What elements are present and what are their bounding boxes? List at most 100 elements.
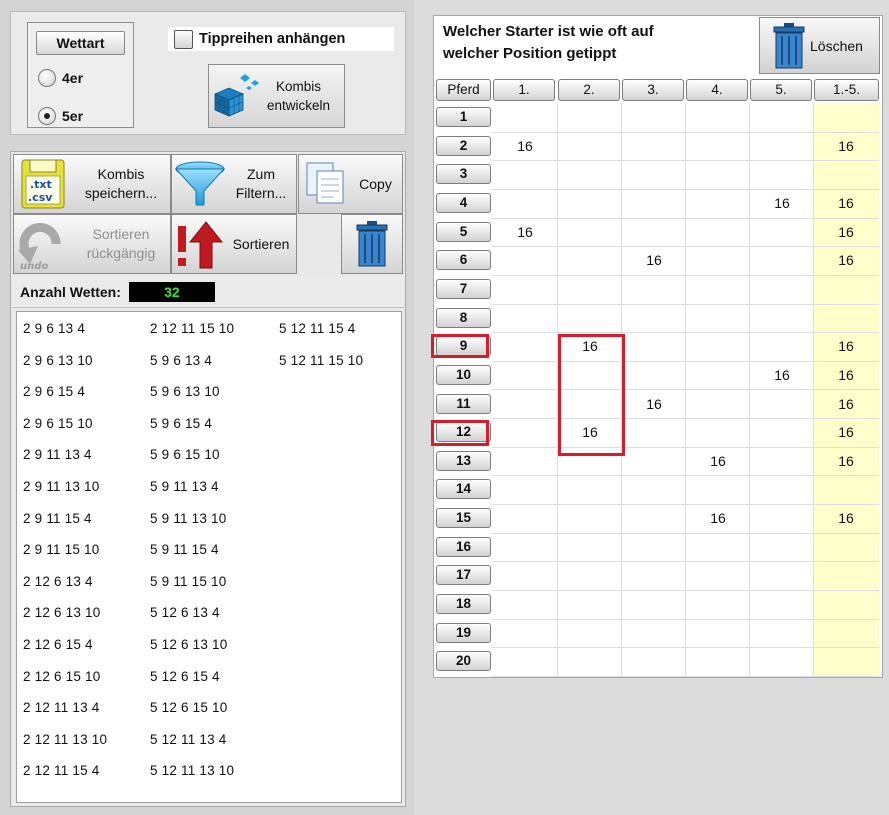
bet-item: 2 9 6 15 4 [23, 384, 86, 400]
pferd-row-button[interactable]: 11 [436, 394, 491, 414]
count-cell: 16 [838, 396, 854, 412]
grid-row-divider [492, 590, 879, 591]
anzahl-wetten-value: 32 [128, 281, 215, 302]
bets-panel: .txt .csv Kombis speichern... Zum Filter… [10, 151, 406, 807]
zum-filtern-line2: Filtern... [235, 185, 287, 201]
kombis-entwickeln-button[interactable]: Kombis entwickeln [208, 64, 345, 128]
grid-row-divider [492, 533, 879, 534]
pferd-row-button[interactable]: 13 [436, 451, 491, 471]
pferd-row-button[interactable]: 2 [436, 136, 491, 156]
pferd-row-button[interactable]: 14 [436, 479, 491, 499]
radio-4er-circle[interactable] [38, 69, 56, 87]
bets-list[interactable]: 2 9 6 13 4 2 9 6 13 10 2 9 6 15 4 2 9 6 15 … [16, 311, 402, 803]
copy-label: Copy [359, 175, 392, 192]
zum-filtern-button[interactable]: Zum Filtern... [171, 154, 297, 214]
loeschen-button[interactable]: Löschen [759, 17, 880, 74]
anzahl-wetten-label: Anzahl Wetten: [20, 283, 121, 300]
grid-row-divider [492, 647, 879, 648]
column-header[interactable]: 2. [558, 79, 620, 101]
bet-item: 5 9 11 13 4 [150, 479, 219, 494]
radio-5er[interactable]: 5er [38, 107, 83, 125]
pferd-row-button[interactable]: 5 [436, 222, 491, 242]
column-header[interactable]: 1.-5. [814, 79, 879, 101]
pferd-row-button[interactable]: 7 [436, 279, 491, 299]
right-column: Welcher Starter ist wie oft auf welcher … [414, 0, 889, 815]
left-column: Wettart 4er 5er Tippreihen anhängen Komb… [0, 0, 414, 815]
grid-title-line1: Welcher Starter ist wie oft auf [443, 23, 654, 40]
count-cell: 16 [838, 138, 854, 154]
grid-row-divider [492, 304, 879, 305]
bet-item: 2 9 11 15 10 [23, 542, 100, 558]
sortieren-rueckgaengig-line2: rückgängig [86, 245, 156, 261]
trash-icon [773, 22, 805, 68]
bet-item: 2 12 6 13 10 [23, 605, 101, 621]
bet-item: 2 9 11 13 10 [23, 479, 100, 494]
pferd-row-button[interactable]: 19 [436, 623, 491, 643]
radio-4er[interactable]: 4er [38, 69, 83, 87]
bet-item: 5 9 11 13 10 [150, 510, 227, 526]
radio-5er-circle[interactable] [38, 107, 56, 125]
radio-5er-label: 5er [62, 108, 84, 124]
sortieren-button[interactable]: Sortieren [171, 214, 297, 274]
bet-item: 2 12 11 13 4 [23, 700, 100, 716]
pferd-row-button[interactable]: 6 [436, 250, 491, 270]
pferd-row-button[interactable]: 9 [436, 336, 491, 356]
sort-arrow-icon [178, 221, 224, 269]
copy-button[interactable]: Copy [298, 154, 403, 214]
sortieren-rueckgaengig-label: Sortieren rückgängig [72, 225, 170, 263]
bet-item: 2 9 6 15 10 [23, 415, 93, 431]
grid-row-divider [492, 475, 879, 476]
zum-filtern-label: Zum Filtern... [226, 165, 296, 203]
grid-row-divider [492, 275, 879, 276]
pferd-row-button[interactable]: 18 [436, 594, 491, 614]
column-header[interactable]: Pferd [436, 79, 491, 101]
count-cell: 16 [582, 338, 598, 354]
pferd-row-button[interactable]: 20 [436, 651, 491, 671]
bet-item: 5 9 11 15 4 [150, 542, 219, 558]
column-header[interactable]: 3. [622, 79, 684, 101]
tippreihen-label: Tippreihen anhängen [199, 31, 346, 47]
bet-item: 5 12 6 13 4 [150, 605, 220, 621]
count-cell: 16 [838, 424, 854, 440]
count-cell: 16 [710, 510, 726, 526]
pferd-row-button[interactable]: 15 [436, 508, 491, 528]
bet-item: 2 12 6 13 4 [23, 573, 93, 589]
pferd-row-button[interactable]: 12 [436, 422, 491, 442]
count-cell: 16 [582, 424, 598, 440]
svg-text:.txt: .txt [30, 178, 52, 191]
bet-item: 2 9 11 13 4 [23, 447, 92, 463]
pferd-row-button[interactable]: 3 [436, 164, 491, 184]
bet-item: 5 12 6 13 10 [150, 637, 228, 652]
pferd-row-button[interactable]: 4 [436, 193, 491, 213]
count-cell: 16 [838, 510, 854, 526]
column-header[interactable]: 4. [686, 79, 748, 101]
sortieren-rueckgaengig-button[interactable]: undo Sortieren rückgängig [13, 214, 171, 274]
radio-4er-label: 4er [62, 70, 84, 86]
pferd-row-button[interactable]: 17 [436, 565, 491, 585]
column-header[interactable]: 5. [750, 79, 812, 101]
wettart-title: Wettart [36, 31, 125, 55]
count-cell: 16 [710, 453, 726, 469]
kombis-speichern-button[interactable]: .txt .csv Kombis speichern... [13, 154, 171, 214]
wettart-group: Wettart 4er 5er [27, 22, 134, 128]
tippreihen-checkbox-box[interactable] [174, 29, 193, 49]
pferd-row-button[interactable]: 1 [436, 107, 491, 127]
tippreihen-anhaengen-checkbox[interactable]: Tippreihen anhängen [168, 27, 394, 51]
kombis-entwickeln-line1: Kombis [276, 79, 322, 94]
kombis-speichern-line1: Kombis [97, 166, 145, 182]
pferd-row-button[interactable]: 8 [436, 308, 491, 328]
bet-type-panel: Wettart 4er 5er Tippreihen anhängen Komb… [10, 11, 406, 135]
column-header[interactable]: 1. [493, 79, 555, 101]
bet-item: 2 12 11 13 10 [23, 731, 108, 747]
pferd-row-button[interactable]: 16 [436, 537, 491, 557]
grid-title: Welcher Starter ist wie oft auf welcher … [443, 21, 743, 65]
bet-item: 2 12 6 15 10 [23, 668, 101, 684]
delete-bets-button[interactable] [341, 214, 403, 274]
count-cell: 16 [517, 224, 533, 240]
bet-item: 2 12 11 15 10 [150, 321, 235, 336]
count-cell: 16 [838, 367, 854, 383]
pferd-row-button[interactable]: 10 [436, 365, 491, 385]
zum-filtern-line1: Zum [247, 166, 275, 182]
position-frequency-grid: Welcher Starter ist wie oft auf welcher … [431, 15, 883, 678]
svg-text:undo: undo [20, 261, 48, 272]
